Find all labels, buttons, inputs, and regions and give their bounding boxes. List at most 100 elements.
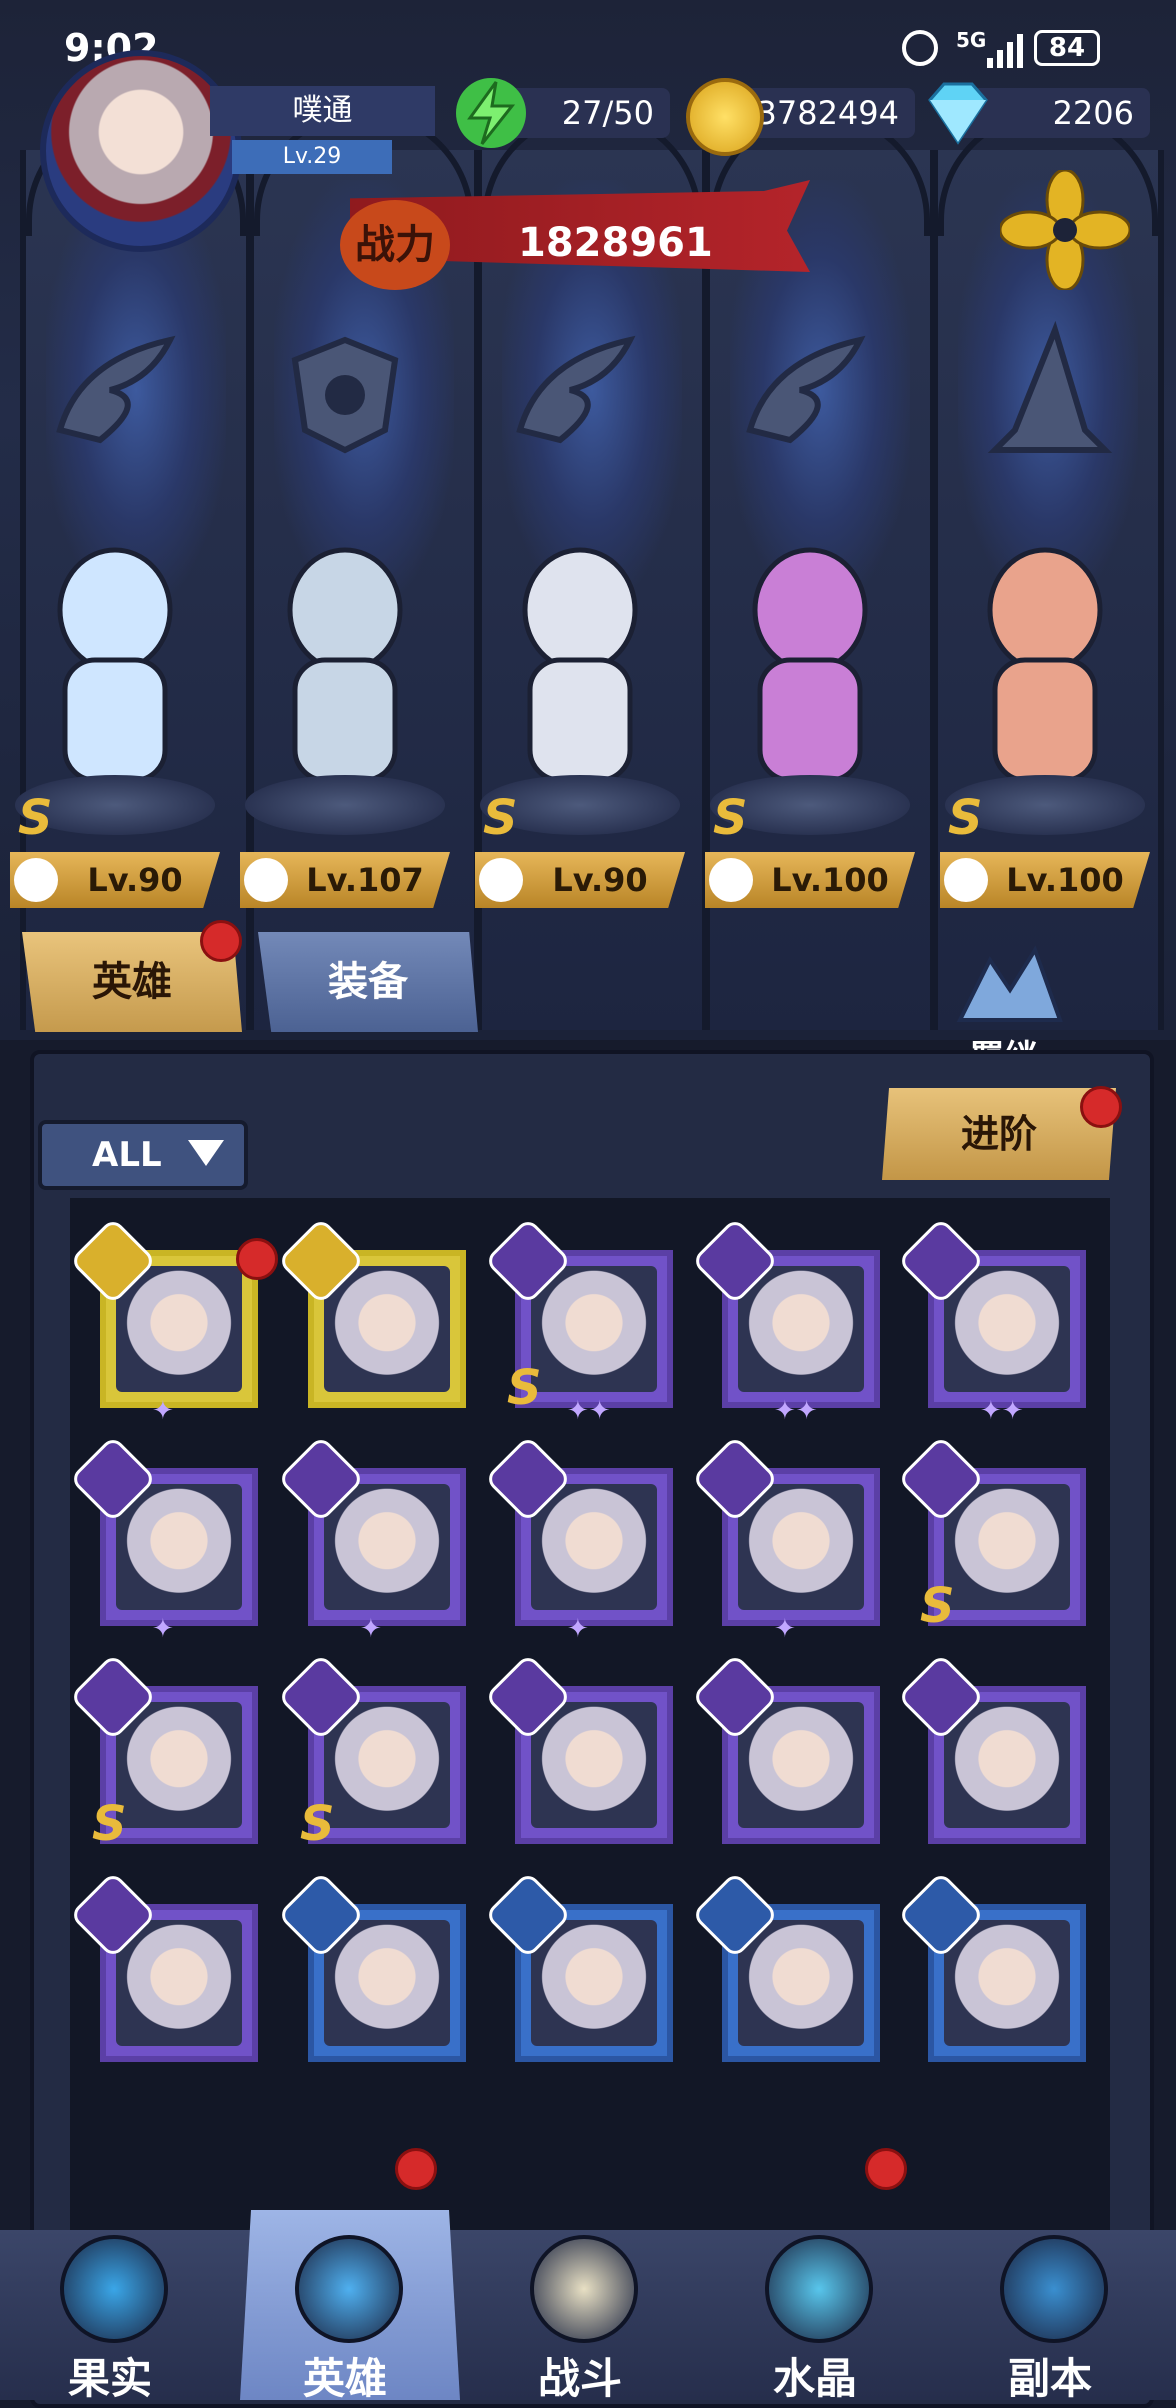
hero-portrait [324, 1920, 450, 2046]
hero-portrait [738, 1702, 864, 1828]
nav-item[interactable]: 水晶 [715, 2235, 915, 2403]
wizard-hat-emblem-icon [975, 320, 1125, 470]
hero-portrait [116, 1702, 242, 1828]
hero-portrait [944, 1702, 1070, 1828]
star-rating: ✦ [152, 1396, 174, 1426]
hero-portrait [944, 1266, 1070, 1392]
notification-dot [865, 2148, 907, 2190]
hero-figure[interactable] [20, 540, 210, 800]
rank-s-badge: S [948, 790, 983, 846]
power-label: 战力 [340, 200, 450, 290]
wing-emblem-icon [40, 320, 190, 470]
hero-portrait [531, 1920, 657, 2046]
star-rating: ✦✦ [567, 1396, 611, 1426]
hero-level-tag[interactable]: Lv.90 [475, 852, 685, 908]
gold-coin-icon[interactable] [686, 78, 764, 156]
nav-item[interactable]: 果实 [10, 2235, 210, 2403]
wizard-hat-icon [944, 858, 988, 902]
nav-item[interactable]: 战斗 [480, 2235, 680, 2403]
player-level: Lv.29 [232, 140, 392, 174]
hero-level-tag[interactable]: Lv.100 [705, 852, 915, 908]
notification-dot [236, 1238, 278, 1280]
hero-portrait [116, 1920, 242, 2046]
hero-level: Lv.100 [771, 861, 889, 899]
rank-s-badge: S [713, 790, 748, 846]
network-type: 5G [956, 28, 987, 52]
nav-item[interactable]: 副本 [950, 2235, 1150, 2403]
hero-portrait [116, 1484, 242, 1610]
hero-portrait [324, 1702, 450, 1828]
notification-dot [1080, 1086, 1122, 1128]
hero-portrait [531, 1484, 657, 1610]
stamina-bolt-icon[interactable] [456, 78, 526, 148]
rank-s-badge: S [483, 790, 518, 846]
rank-s-badge: S [507, 1360, 542, 1416]
hero-level: Lv.107 [306, 861, 424, 899]
filter-dropdown[interactable]: ALL [38, 1120, 248, 1190]
fruit-icon [60, 2235, 168, 2343]
hero-figure[interactable] [485, 540, 675, 800]
crystal-icon [765, 2235, 873, 2343]
star-rating: ✦ [360, 1614, 382, 1644]
wing-emblem-icon [730, 320, 880, 470]
dungeon-icon [1000, 2235, 1108, 2343]
star-rating: ✦ [567, 1614, 589, 1644]
hero-level: Lv.100 [1006, 861, 1124, 899]
hero-level-tag[interactable]: Lv.90 [10, 852, 220, 908]
beast-claw-icon [244, 858, 288, 902]
battery-level: 84 [1048, 33, 1086, 63]
diamond-icon[interactable] [920, 78, 990, 148]
battery-icon: 84 [1034, 30, 1100, 66]
wing-icon [479, 858, 523, 902]
alarm-icon [902, 30, 938, 66]
hero-figure[interactable] [950, 540, 1140, 800]
nav-label: 水晶 [772, 2354, 857, 2403]
hero-portrait [531, 1702, 657, 1828]
rank-s-badge: S [18, 790, 53, 846]
nav-label: 战斗 [537, 2354, 622, 2403]
bond-icon[interactable] [940, 940, 1080, 1030]
chevron-down-icon [188, 1140, 224, 1166]
hero-portrait [116, 1266, 242, 1392]
nav-label: 英雄 [302, 2354, 387, 2403]
wing-icon [709, 858, 753, 902]
wing-emblem-icon [500, 320, 650, 470]
nav-label: 果实 [67, 2354, 152, 2403]
battle-icon [530, 2235, 638, 2343]
hero-icon [295, 2235, 403, 2343]
hero-figure[interactable] [250, 540, 440, 800]
star-rating: ✦ [152, 1614, 174, 1644]
hero-portrait [944, 1920, 1070, 2046]
hero-portrait [531, 1266, 657, 1392]
star-rating: ✦✦ [980, 1396, 1024, 1426]
hero-figure[interactable] [715, 540, 905, 800]
star-rating: ✦✦ [774, 1396, 818, 1426]
tab-equipment[interactable]: 装备 [258, 932, 478, 1032]
nav-label: 副本 [1007, 2354, 1092, 2403]
wing-icon [14, 858, 58, 902]
power-value: 1828961 [518, 220, 713, 266]
rank-s-badge: S [920, 1578, 955, 1634]
notification-dot [395, 2148, 437, 2190]
hero-level: Lv.90 [552, 861, 648, 899]
hero-portrait [738, 1484, 864, 1610]
rank-s-badge: S [92, 1796, 127, 1852]
hero-portrait [324, 1266, 450, 1392]
hero-pedestal [245, 775, 445, 835]
player-name: 噗通 [210, 86, 435, 136]
signal-icon [985, 32, 1025, 68]
hero-portrait [738, 1266, 864, 1392]
hero-portrait [324, 1484, 450, 1610]
hero-level-tag[interactable]: Lv.107 [240, 852, 450, 908]
beast-claw-emblem-icon [270, 320, 420, 470]
hero-portrait [944, 1484, 1070, 1610]
nav-item[interactable]: 英雄 [245, 2235, 445, 2403]
filter-label: ALL [92, 1135, 162, 1175]
player-avatar[interactable] [40, 50, 242, 252]
settings-flower-icon[interactable] [998, 168, 1132, 292]
hero-level-tag[interactable]: Lv.100 [940, 852, 1150, 908]
hero-portrait [738, 1920, 864, 2046]
star-rating: ✦ [774, 1614, 796, 1644]
rank-s-badge: S [300, 1796, 335, 1852]
notification-dot [200, 920, 242, 962]
